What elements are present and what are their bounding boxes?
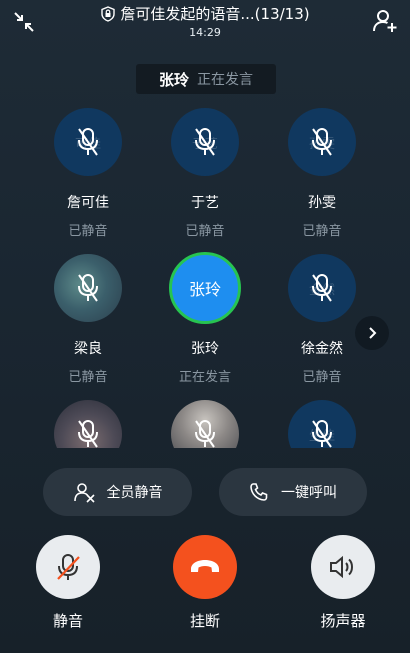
speaker-label: 扬声器	[320, 612, 366, 630]
member-item[interactable]	[38, 400, 138, 448]
chevron-right-icon	[369, 327, 377, 339]
avatar-speaking: 张玲	[169, 252, 241, 324]
mute-all-button[interactable]: 全员静音	[43, 468, 192, 516]
avatar: 孙雯	[288, 108, 356, 176]
add-member-icon[interactable]	[372, 8, 398, 34]
speaker-button[interactable]	[311, 535, 375, 599]
member-status: 已静音	[302, 224, 342, 239]
avatar	[54, 400, 122, 448]
mute-all-label: 全员静音	[106, 485, 163, 501]
mic-muted-icon	[78, 274, 98, 302]
member-status: 已静音	[68, 370, 108, 385]
speaking-status: 正在发言	[197, 72, 253, 88]
hangup-phone-icon	[191, 560, 219, 572]
call-time: 14:29	[189, 26, 221, 39]
member-item[interactable]: 梁良 已静音	[38, 254, 138, 385]
avatar	[54, 254, 122, 322]
call-title-text: 詹可佳发起的语音...(13/13)	[120, 5, 310, 23]
member-item-active[interactable]: 张玲 张玲 正在发言	[155, 252, 255, 385]
hangup-button[interactable]	[173, 535, 237, 599]
avatar: 可佳	[54, 108, 122, 176]
phone-icon	[250, 483, 268, 501]
member-name: 詹可佳	[67, 195, 109, 211]
avatar: 生佳	[288, 400, 356, 448]
member-name: 孙雯	[308, 195, 336, 211]
member-item[interactable]: 可佳 詹可佳 已静音	[38, 108, 138, 239]
hangup-label: 挂断	[189, 612, 220, 630]
member-status: 正在发言	[178, 370, 231, 385]
member-status: 已静音	[302, 370, 342, 385]
speaking-banner: 张玲 正在发言	[136, 64, 276, 94]
call-all-label: 一键呼叫	[281, 485, 337, 501]
speaker-icon	[330, 555, 353, 579]
member-status: 已静音	[185, 224, 225, 239]
lock-shield-icon	[101, 5, 116, 22]
mic-muted-icon	[57, 554, 80, 580]
member-name: 张玲	[191, 341, 219, 357]
call-all-button[interactable]: 一键呼叫	[219, 468, 367, 516]
member-item[interactable]: 生佳	[272, 400, 372, 448]
member-name: 于艺	[191, 195, 219, 211]
member-item[interactable]: 金然 徐金然 已静音	[272, 254, 372, 385]
avatar	[171, 400, 239, 448]
avatar: 金然	[288, 254, 356, 322]
member-item[interactable]: 于艺 于艺 已静音	[155, 108, 255, 239]
top-bar: 詹可佳发起的语音...(13/13) 14:29	[0, 0, 410, 44]
mute-label: 静音	[52, 612, 83, 630]
mic-muted-icon	[195, 420, 215, 448]
member-item[interactable]	[155, 400, 255, 448]
member-grid: 可佳 詹可佳 已静音 于艺 于艺 已静音 孙雯 孙雯 已静音 梁良 已静音 张玲…	[0, 104, 410, 448]
mic-muted-icon	[78, 420, 98, 448]
avatar: 于艺	[171, 108, 239, 176]
next-page-button[interactable]	[355, 316, 389, 350]
member-status: 已静音	[68, 224, 108, 239]
call-title: 詹可佳发起的语音...(13/13) 14:29	[60, 3, 350, 39]
mute-button[interactable]	[36, 535, 100, 599]
mute-all-icon	[73, 483, 95, 503]
member-item[interactable]: 孙雯 孙雯 已静音	[272, 108, 372, 239]
minimize-icon[interactable]	[12, 10, 36, 34]
member-name: 梁良	[74, 341, 102, 357]
speaking-name: 张玲	[158, 70, 189, 89]
